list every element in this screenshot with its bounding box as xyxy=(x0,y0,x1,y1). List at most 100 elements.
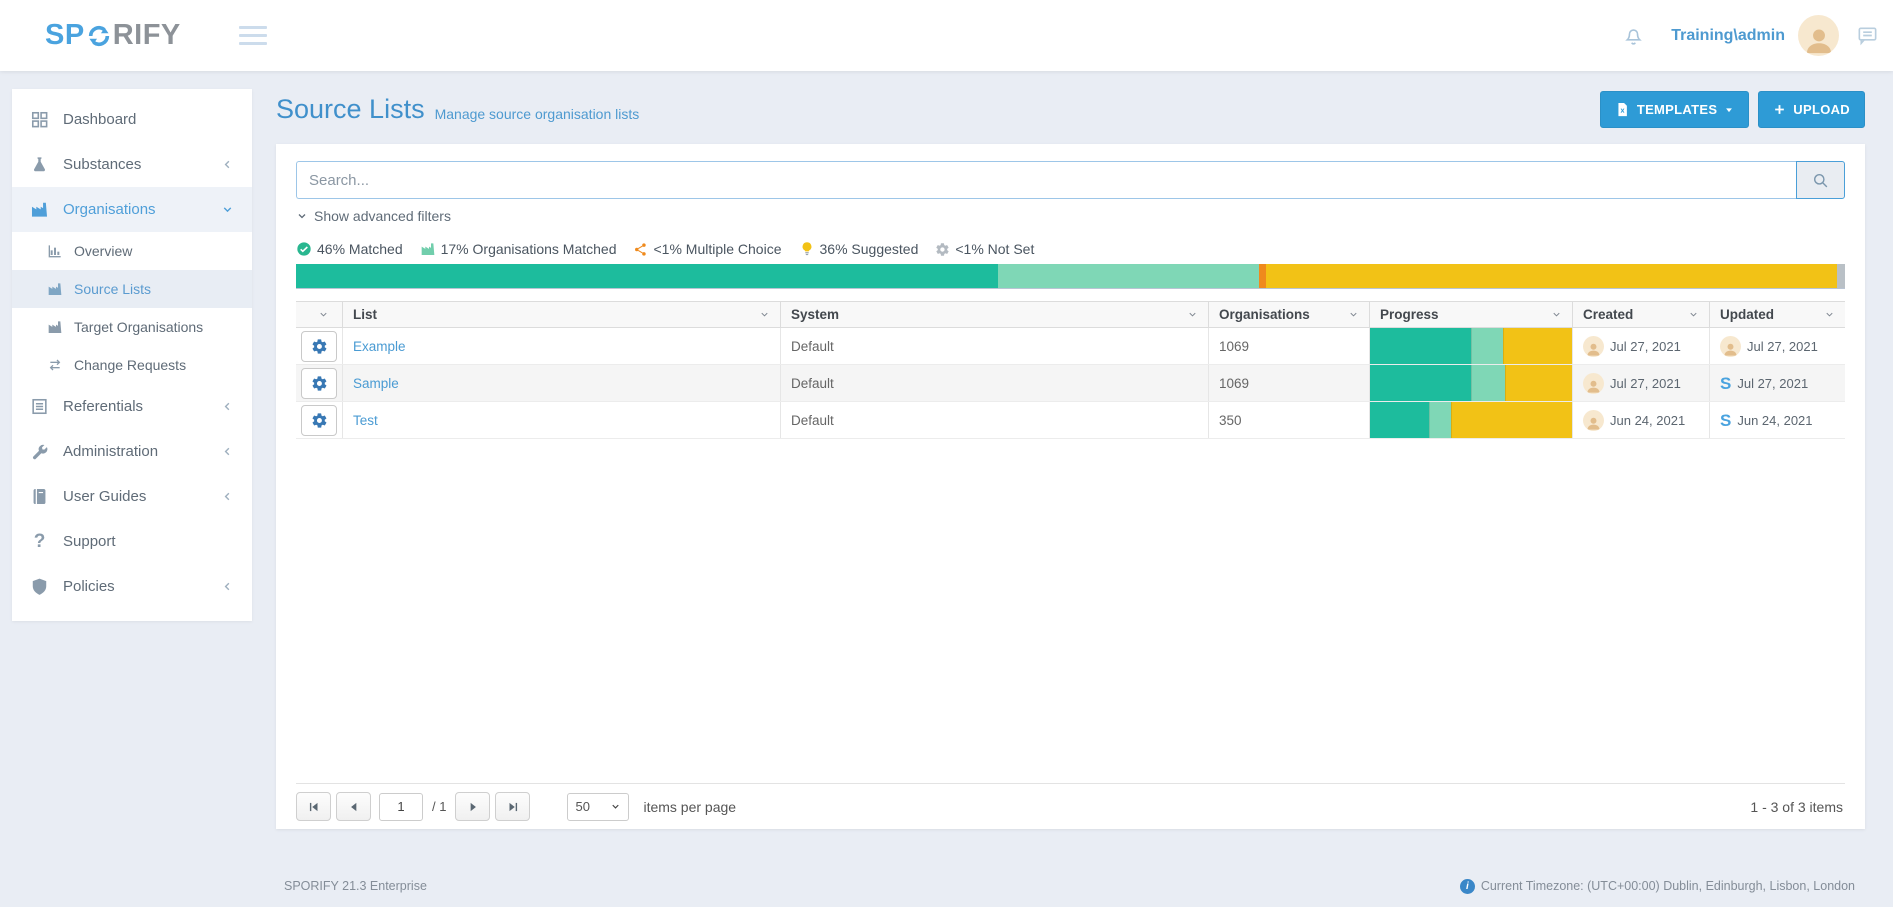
next-page-button[interactable] xyxy=(455,792,490,821)
chevron-left-icon xyxy=(221,445,234,458)
question-mark-icon: ? xyxy=(30,531,49,553)
sidebar-item-dashboard[interactable]: Dashboard xyxy=(12,97,252,142)
templates-button[interactable]: TEMPLATES xyxy=(1600,91,1749,128)
progress-cell xyxy=(1370,328,1573,364)
chevron-down-icon xyxy=(296,210,308,222)
timezone-label: Current Timezone: (UTC+00:00) Dublin, Ed… xyxy=(1481,879,1855,893)
flask-icon xyxy=(30,155,49,174)
upload-button[interactable]: UPLOAD xyxy=(1758,91,1865,128)
column-menu-icon[interactable] xyxy=(751,309,770,320)
sidebar-item-organisations[interactable]: Organisations xyxy=(12,187,252,232)
chevron-left-icon xyxy=(221,158,234,171)
sidebar-item-user-guides[interactable]: User Guides xyxy=(12,474,252,519)
table-row: Sample Default 1069 Jul 27, 2021 SJul 27… xyxy=(296,365,1845,402)
column-menu-icon[interactable] xyxy=(1680,309,1699,320)
gear-icon xyxy=(935,242,950,257)
column-updated-header[interactable]: Updated xyxy=(1710,302,1845,327)
column-created-header[interactable]: Created xyxy=(1573,302,1710,327)
sidebar-item-change-requests[interactable]: Change Requests xyxy=(12,346,252,384)
sporify-logo[interactable]: SP RIFY xyxy=(45,19,181,52)
created-cell: Jun 24, 2021 xyxy=(1573,402,1710,438)
column-menu-icon[interactable] xyxy=(1179,309,1198,320)
stat-suggested: 36% Suggested xyxy=(820,241,919,257)
chevron-left-icon xyxy=(221,400,234,413)
stat-multiple-choice: <1% Multiple Choice xyxy=(653,241,781,257)
sidebar-item-target-organisations[interactable]: Target Organisations xyxy=(12,308,252,346)
column-menu-icon[interactable] xyxy=(310,309,329,320)
column-system-header[interactable]: System xyxy=(781,302,1209,327)
row-progress-bar xyxy=(1370,328,1572,364)
sidebar-item-label: Dashboard xyxy=(63,111,136,128)
user-avatar-icon xyxy=(1583,410,1604,431)
sidebar-item-label: Administration xyxy=(63,443,158,460)
updated-cell: SJul 27, 2021 xyxy=(1710,365,1845,401)
organisations-count-cell: 1069 xyxy=(1209,365,1370,401)
stat-matched: 46% Matched xyxy=(317,241,403,257)
wrench-icon xyxy=(30,442,49,461)
updated-cell: Jul 27, 2021 xyxy=(1710,328,1845,364)
sidebar-item-label: Organisations xyxy=(63,201,156,218)
factory-icon xyxy=(30,200,49,219)
column-menu-icon[interactable] xyxy=(1340,309,1359,320)
notifications-bell-icon[interactable] xyxy=(1622,24,1645,47)
column-list-header[interactable]: List xyxy=(343,302,781,327)
column-actions-header[interactable] xyxy=(296,302,343,327)
items-per-page-label: items per page xyxy=(643,799,736,815)
chat-icon[interactable] xyxy=(1856,24,1879,47)
dashboard-grid-icon xyxy=(30,110,49,129)
sidebar-item-administration[interactable]: Administration xyxy=(12,429,252,474)
last-page-button[interactable] xyxy=(495,792,530,821)
upload-button-label: UPLOAD xyxy=(1793,102,1850,117)
user-menu[interactable]: Training\admin xyxy=(1671,27,1785,45)
row-progress-bar xyxy=(1370,402,1572,438)
sporify-system-icon: S xyxy=(1720,375,1731,392)
page-total-label: / 1 xyxy=(432,799,446,814)
sidebar-item-source-lists[interactable]: Source Lists xyxy=(12,270,252,308)
show-advanced-filters-toggle[interactable]: Show advanced filters xyxy=(296,208,451,224)
column-organisations-header[interactable]: Organisations xyxy=(1209,302,1370,327)
sidebar-item-referentials[interactable]: Referentials xyxy=(12,384,252,429)
sidebar-item-label: Substances xyxy=(63,156,141,173)
progress-cell xyxy=(1370,402,1573,438)
row-actions-gear-button[interactable] xyxy=(301,405,337,436)
items-range-label: 1 - 3 of 3 items xyxy=(1750,799,1845,815)
factory-icon xyxy=(420,241,436,257)
page-number-input[interactable] xyxy=(379,793,423,821)
progress-cell xyxy=(1370,365,1573,401)
sidebar-item-overview[interactable]: Overview xyxy=(12,232,252,270)
sidebar-item-substances[interactable]: Substances xyxy=(12,142,252,187)
sidebar-item-label: User Guides xyxy=(63,488,146,505)
share-icon xyxy=(633,242,648,257)
list-name-link[interactable]: Sample xyxy=(353,376,399,391)
organisations-count-cell: 1069 xyxy=(1209,328,1370,364)
row-actions-gear-button[interactable] xyxy=(301,331,337,362)
table-header-row: List System Organisations Progress Creat… xyxy=(296,301,1845,328)
logo-text-rify: RIFY xyxy=(113,19,181,52)
system-cell: Default xyxy=(781,328,1209,364)
bar-chart-icon xyxy=(47,243,63,259)
sidebar-item-support[interactable]: ? Support xyxy=(12,519,252,564)
factory-icon xyxy=(47,319,63,335)
list-name-link[interactable]: Test xyxy=(353,413,378,428)
search-button[interactable] xyxy=(1796,161,1845,199)
overall-progress-bar xyxy=(296,264,1845,289)
top-bar: SP RIFY Training\admin xyxy=(0,0,1893,71)
menu-toggle-icon[interactable] xyxy=(239,26,267,45)
column-progress-header[interactable]: Progress xyxy=(1370,302,1573,327)
user-avatar[interactable] xyxy=(1798,15,1839,56)
column-menu-icon[interactable] xyxy=(1816,309,1835,320)
page-size-select[interactable]: 50 xyxy=(567,793,629,821)
system-cell: Default xyxy=(781,365,1209,401)
column-menu-icon[interactable] xyxy=(1543,309,1562,320)
list-name-link[interactable]: Example xyxy=(353,339,406,354)
sync-icon xyxy=(86,23,112,49)
lightbulb-icon xyxy=(799,241,815,257)
search-input[interactable] xyxy=(296,161,1796,199)
sidebar-item-policies[interactable]: Policies xyxy=(12,564,252,609)
first-page-button[interactable] xyxy=(296,792,331,821)
chevron-down-icon xyxy=(221,203,234,216)
row-actions-gear-button[interactable] xyxy=(301,368,337,399)
previous-page-button[interactable] xyxy=(336,792,371,821)
match-stats-legend: 46% Matched 17% Organisations Matched <1… xyxy=(296,241,1845,257)
table-row: Example Default 1069 Jul 27, 2021 Jul 27… xyxy=(296,328,1845,365)
